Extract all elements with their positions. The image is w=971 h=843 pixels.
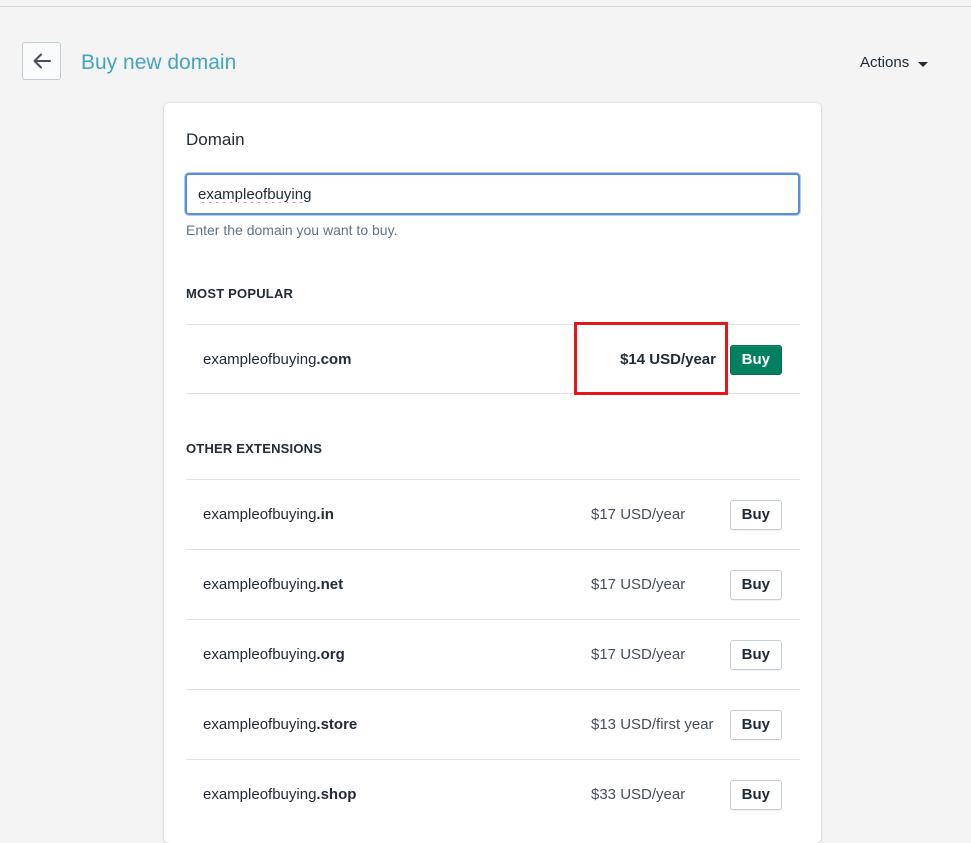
arrow-left-icon: [33, 53, 51, 69]
domain-tld: .net: [316, 576, 344, 593]
page-title: Buy new domain: [81, 51, 237, 74]
domain-tld: .com: [316, 351, 352, 368]
actions-dropdown[interactable]: Actions: [860, 53, 929, 73]
domain-row-in: exampleofbuying.in $17 USD/year Buy: [186, 479, 800, 549]
domain-price: $17 USD/year: [591, 576, 686, 593]
domain-name: exampleofbuying.org: [203, 646, 345, 663]
buy-button-net[interactable]: Buy: [729, 570, 782, 600]
buy-button-com[interactable]: Buy: [729, 345, 782, 375]
domain-help-text: Enter the domain you want to buy.: [186, 222, 398, 238]
domain-row-store: exampleofbuying.store $13 USD/first year…: [186, 689, 800, 759]
buy-button-shop[interactable]: Buy: [729, 780, 782, 810]
domain-price: $14 USD/year: [620, 351, 716, 368]
domain-row-org: exampleofbuying.org $17 USD/year Buy: [186, 619, 800, 689]
domain-name: exampleofbuying.store: [203, 716, 358, 733]
domain-name: exampleofbuying.net: [203, 576, 344, 593]
other-extensions-heading: OTHER EXTENSIONS: [186, 441, 323, 456]
domain-heading: Domain: [186, 130, 245, 149]
most-popular-heading: MOST POPULAR: [186, 286, 294, 301]
domain-price: $17 USD/year: [591, 506, 686, 523]
domain-row-popular: exampleofbuying.com $14 USD/year Buy: [186, 324, 800, 394]
back-button[interactable]: [22, 42, 61, 80]
domain-tld: .org: [316, 646, 345, 663]
buy-button-in[interactable]: Buy: [729, 500, 782, 530]
domain-input[interactable]: [185, 173, 800, 215]
caret-down-icon: [918, 61, 929, 67]
domain-price: $17 USD/year: [591, 646, 686, 663]
domain-price: $13 USD/first year: [591, 716, 714, 733]
actions-label: Actions: [860, 54, 910, 71]
domain-name: exampleofbuying.shop: [203, 786, 357, 803]
domain-name: exampleofbuying.in: [203, 506, 334, 523]
domain-price: $33 USD/year: [591, 786, 686, 803]
domain-card: Domain Enter the domain you want to buy.…: [164, 103, 821, 843]
domain-tld: .shop: [316, 786, 357, 803]
domain-tld: .store: [316, 716, 358, 733]
domain-tld: .in: [316, 506, 334, 523]
domain-row-net: exampleofbuying.net $17 USD/year Buy: [186, 549, 800, 619]
buy-button-org[interactable]: Buy: [729, 640, 782, 670]
buy-button-store[interactable]: Buy: [729, 710, 782, 740]
domain-row-shop: exampleofbuying.shop $33 USD/year Buy: [186, 759, 800, 829]
top-divider: [0, 6, 971, 7]
domain-name: exampleofbuying.com: [203, 351, 352, 368]
